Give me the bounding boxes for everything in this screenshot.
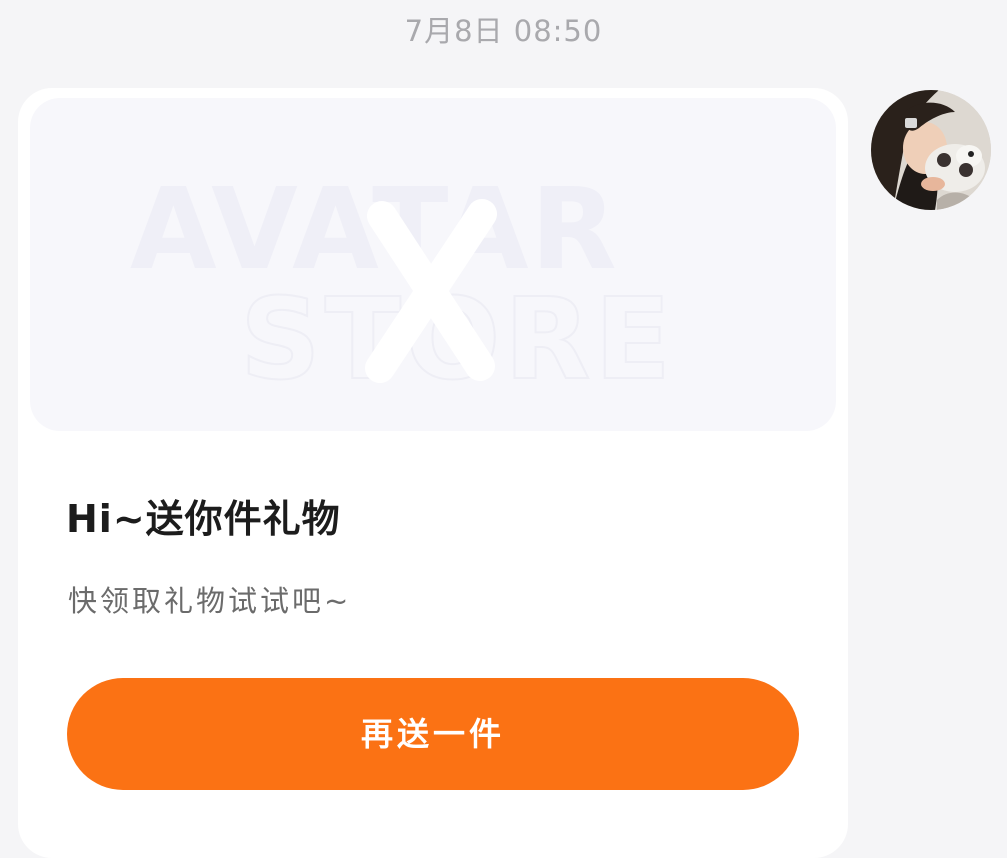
sender-avatar[interactable]: [871, 90, 991, 210]
gift-banner-image[interactable]: AVATAR STORE: [30, 98, 836, 431]
avatar-photo: [871, 90, 991, 210]
message-timestamp: 7月8日 08:50: [404, 14, 603, 48]
gift-card-subtitle: 快领取礼物试试吧~: [68, 584, 352, 618]
avatar-store-logo: AVATAR STORE: [130, 165, 672, 406]
gift-card-title: Hi~送你件礼物: [66, 497, 341, 541]
gift-message-card[interactable]: AVATAR STORE Hi~送你件礼物 快领取礼物试试吧~ 再送一件: [18, 88, 848, 858]
send-another-gift-button[interactable]: 再送一件: [67, 678, 799, 790]
